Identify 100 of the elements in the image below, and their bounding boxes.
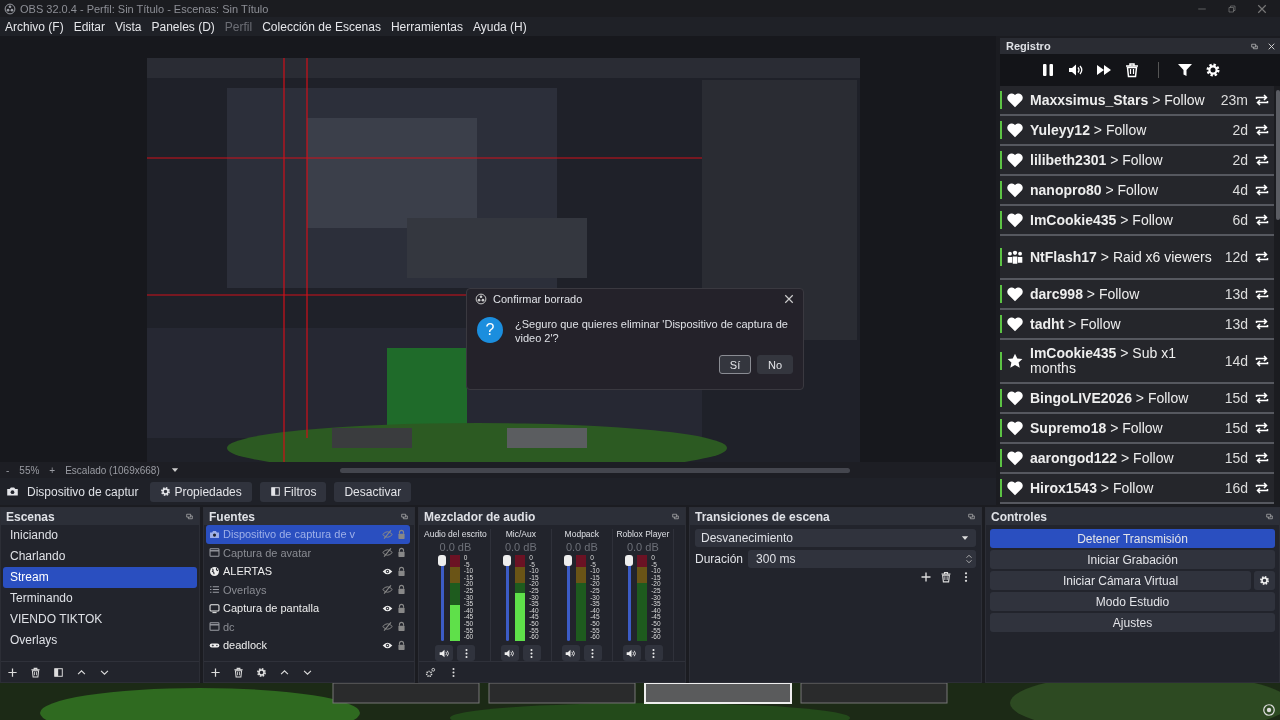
replay-icon[interactable]	[1254, 286, 1270, 302]
dialog-button[interactable]: Sí	[719, 355, 751, 374]
replay-icon[interactable]	[1254, 450, 1270, 466]
control-button[interactable]: Modo Estudio	[990, 592, 1275, 611]
add-icon[interactable]	[7, 666, 18, 678]
volume-slider[interactable]	[503, 555, 512, 641]
close-icon[interactable]	[783, 293, 795, 305]
trash-icon[interactable]	[30, 666, 41, 678]
trash-icon[interactable]	[940, 571, 952, 583]
source-item[interactable]: Captura de pantalla	[206, 599, 410, 618]
menu-button[interactable]	[644, 645, 663, 661]
replay-icon[interactable]	[1254, 212, 1270, 228]
menu-item[interactable]: Archivo (F)	[5, 19, 64, 34]
control-button[interactable]: Iniciar Grabación	[990, 550, 1275, 569]
slider-handle[interactable]	[437, 555, 446, 566]
lock-icon[interactable]	[396, 621, 407, 633]
eye-slash-icon[interactable]	[382, 621, 393, 633]
lock-icon[interactable]	[396, 639, 407, 651]
replay-icon[interactable]	[1254, 152, 1270, 168]
source-item[interactable]: Captura de avatar	[206, 543, 410, 562]
volume-slider[interactable]	[625, 555, 634, 641]
settings-icon[interactable]	[256, 666, 267, 678]
menu-item[interactable]: Editar	[73, 19, 106, 34]
transition-select[interactable]: Desvanecimiento	[695, 529, 976, 547]
menu-item[interactable]: Herramientas	[390, 19, 463, 34]
speaker-icon[interactable]	[1067, 62, 1084, 78]
replay-icon[interactable]	[1254, 316, 1270, 332]
replay-icon[interactable]	[1254, 390, 1270, 406]
replay-icon[interactable]	[1254, 420, 1270, 436]
speaker-icon	[626, 647, 638, 659]
scene-item[interactable]: VIENDO TIKTOK	[3, 609, 197, 630]
lock-icon[interactable]	[396, 547, 407, 559]
settings-icon[interactable]	[1204, 62, 1221, 78]
trash-icon[interactable]	[233, 666, 244, 678]
replay-icon[interactable]	[1254, 249, 1270, 265]
zoom-in-button[interactable]: +	[49, 464, 56, 476]
replay-icon[interactable]	[1254, 182, 1270, 198]
menu-item[interactable]: Colección de Escenas	[262, 19, 381, 34]
replay-icon[interactable]	[1254, 480, 1270, 496]
slider-handle[interactable]	[503, 555, 512, 566]
scrollbar[interactable]	[339, 467, 850, 473]
float-icon[interactable]	[185, 512, 194, 521]
target-icon[interactable]	[1262, 703, 1276, 717]
menu-item[interactable]: Vista	[115, 19, 142, 34]
float-icon[interactable]	[671, 512, 680, 521]
filter-icon[interactable]	[1176, 62, 1193, 78]
replay-icon[interactable]	[1254, 122, 1270, 138]
mute-button[interactable]	[500, 645, 519, 661]
menu-item[interactable]: Ayuda (H)	[472, 19, 527, 34]
replay-icon[interactable]	[1254, 92, 1270, 108]
menu-button[interactable]	[522, 645, 541, 661]
menu-item[interactable]: Paneles (D)	[151, 19, 215, 34]
float-icon[interactable]	[1250, 41, 1259, 51]
lock-icon[interactable]	[396, 602, 407, 614]
settings-icon[interactable]	[425, 666, 436, 678]
lock-icon[interactable]	[396, 565, 407, 577]
restore-icon[interactable]	[1226, 2, 1238, 15]
scrollbar[interactable]	[1276, 90, 1280, 220]
menu-button[interactable]	[583, 645, 602, 661]
lock-icon[interactable]	[396, 584, 407, 596]
source-item[interactable]: ALERTAS	[206, 562, 410, 581]
slider-handle[interactable]	[625, 555, 634, 566]
source-item[interactable]: Overlays	[206, 580, 410, 599]
toolbar-button[interactable]: Filtros	[259, 481, 327, 502]
toolbar-button[interactable]: Propiedades	[150, 481, 252, 502]
mute-button[interactable]	[561, 645, 580, 661]
event-time: 6d	[1232, 212, 1248, 228]
close-icon[interactable]	[1267, 41, 1276, 51]
settings-button[interactable]	[1254, 571, 1275, 590]
source-item[interactable]: dc	[206, 617, 410, 636]
duration-field[interactable]: 300 ms	[748, 550, 976, 568]
volume-slider[interactable]	[437, 555, 446, 641]
slider-handle[interactable]	[564, 555, 573, 566]
float-icon[interactable]	[967, 512, 976, 521]
trash-icon[interactable]	[1123, 62, 1140, 78]
toolbar-button[interactable]: Desactivar	[334, 481, 412, 502]
mute-button[interactable]	[435, 645, 454, 661]
float-icon[interactable]	[400, 512, 409, 521]
scene-item[interactable]: Terminando	[3, 588, 197, 609]
eye-slash-icon[interactable]	[382, 547, 393, 559]
eye-slash-icon[interactable]	[382, 584, 393, 596]
control-button[interactable]: Ajustes	[990, 613, 1275, 632]
filter-icon[interactable]	[53, 666, 64, 678]
dialog-button[interactable]: No	[757, 355, 793, 374]
add-icon[interactable]	[210, 666, 221, 678]
source-item[interactable]: deadlock	[206, 636, 410, 655]
add-icon[interactable]	[920, 571, 932, 583]
replay-icon[interactable]	[1254, 353, 1270, 369]
scene-item[interactable]: Overlays	[3, 630, 197, 651]
float-icon[interactable]	[1265, 512, 1274, 521]
scene-item[interactable]: Stream	[3, 567, 197, 588]
scene-item[interactable]: Charlando	[3, 546, 197, 567]
control-button[interactable]: Iniciar Cámara Virtual	[990, 571, 1251, 590]
volume-slider[interactable]	[564, 555, 573, 641]
control-button[interactable]: Detener Transmisión	[990, 529, 1275, 548]
fast-forward-icon[interactable]	[1095, 62, 1112, 78]
mute-button[interactable]	[622, 645, 641, 661]
scene-item[interactable]: Iniciando	[3, 525, 197, 546]
menu-button[interactable]	[457, 645, 476, 661]
zoom-out-button[interactable]: -	[6, 464, 10, 476]
